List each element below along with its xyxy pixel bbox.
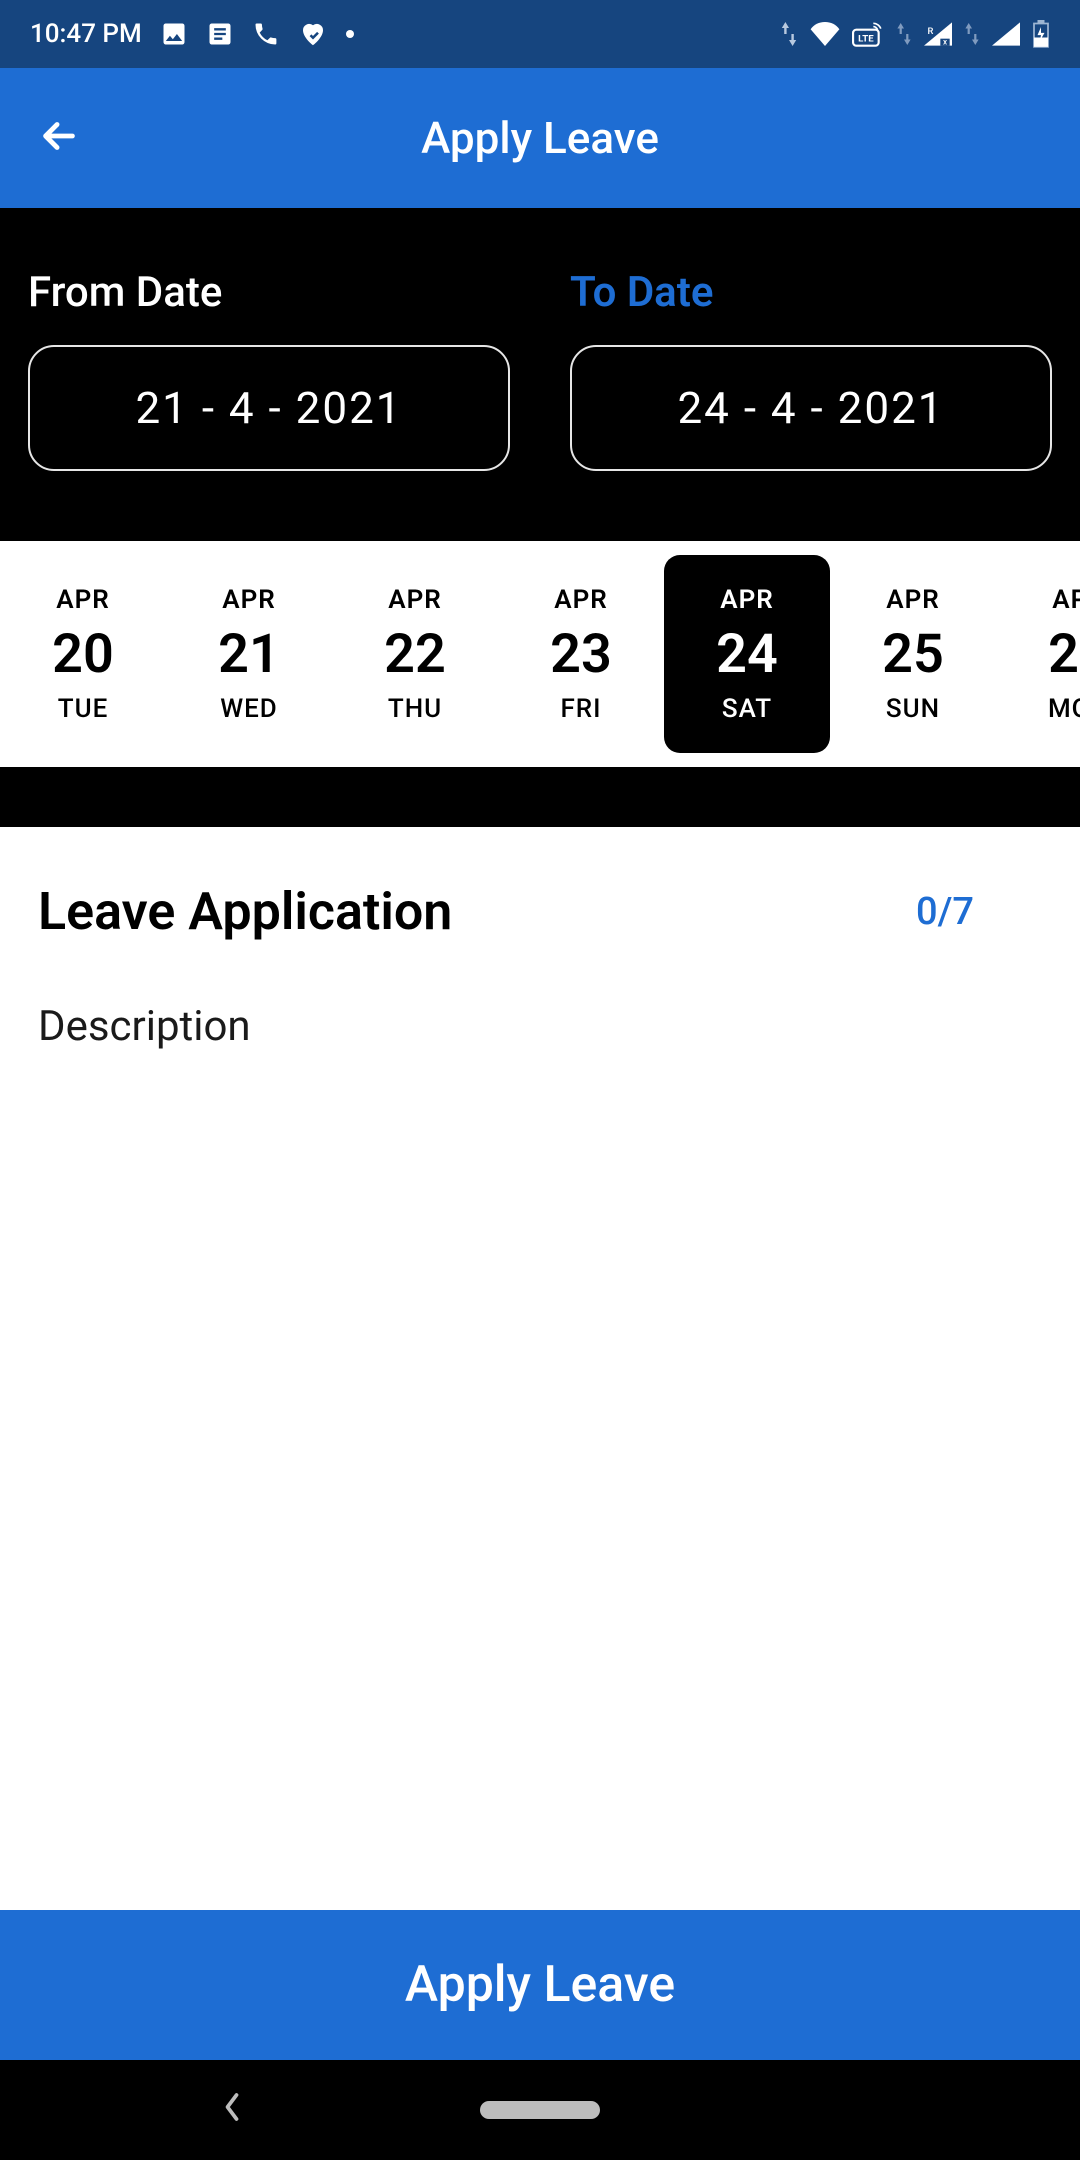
apply-leave-button[interactable]: Apply Leave (0, 1910, 1080, 2060)
cal-day-number: 23 (550, 623, 612, 686)
divider (0, 767, 1080, 827)
svg-text:R: R (928, 26, 934, 37)
cal-month: APR (388, 585, 442, 615)
cal-day-of-week: THU (388, 694, 442, 724)
to-date-label: To Date (570, 268, 1052, 317)
cal-day-of-week: MON (1048, 694, 1080, 724)
data-arrows-3-icon (964, 23, 980, 45)
dot-icon (346, 30, 354, 38)
cal-month: APR (886, 585, 940, 615)
heart-icon (298, 19, 328, 49)
cal-day-of-week: SUN (886, 694, 940, 724)
calendar-day[interactable]: APR 24 SAT (664, 555, 830, 753)
svg-text:LTE: LTE (858, 33, 874, 44)
news-icon (206, 20, 234, 48)
cal-day-number: 25 (882, 623, 944, 686)
cal-day-number: 22 (384, 623, 446, 686)
calendar-day[interactable]: APR 23 FRI (498, 555, 664, 753)
svg-text:x: x (943, 37, 947, 47)
cal-day-number: 20 (52, 623, 114, 686)
calendar-day[interactable]: APR 25 SUN (830, 555, 996, 753)
cal-month: APR (720, 585, 774, 615)
cal-day-of-week: WED (220, 694, 278, 724)
from-date-column: From Date 21 - 4 - 2021 (28, 268, 510, 471)
date-range-section: From Date 21 - 4 - 2021 To Date 24 - 4 -… (0, 208, 1080, 541)
status-left: 10:47 PM (30, 19, 354, 49)
phone-icon (252, 20, 280, 48)
cal-month: APR (56, 585, 110, 615)
wifi-icon (810, 22, 840, 46)
to-date-column: To Date 24 - 4 - 2021 (570, 268, 1052, 471)
from-date-field[interactable]: 21 - 4 - 2021 (28, 345, 510, 471)
app-bar: Apply Leave (0, 68, 1080, 208)
page-title: Apply Leave (421, 112, 659, 164)
cal-month: APR (554, 585, 608, 615)
volte-icon: LTE (852, 21, 884, 47)
description-label: Description (38, 1002, 1042, 1051)
calendar-day[interactable]: APR 20 TUE (0, 555, 166, 753)
day-counter: 0/7 (916, 890, 1042, 934)
form-header: Leave Application 0/7 (38, 881, 1042, 942)
status-bar: 10:47 PM LTE Rx (0, 0, 1080, 68)
calendar-day[interactable]: APR 22 THU (332, 555, 498, 753)
to-date-field[interactable]: 24 - 4 - 2021 (570, 345, 1052, 471)
calendar-day[interactable]: APR 26 MON (996, 555, 1080, 753)
from-date-label: From Date (28, 268, 510, 317)
data-arrows-icon (780, 22, 798, 46)
image-icon (160, 20, 188, 48)
cal-day-of-week: SAT (722, 694, 772, 724)
device-nav-bar (0, 2060, 1080, 2160)
cal-day-number: 26 (1048, 623, 1080, 686)
status-time: 10:47 PM (30, 19, 142, 49)
cal-day-number: 24 (716, 623, 778, 686)
cal-day-of-week: FRI (560, 694, 601, 724)
cal-day-of-week: TUE (58, 694, 109, 724)
cal-month: APR (1052, 585, 1080, 615)
nav-back-icon[interactable] (220, 2089, 244, 2131)
calendar-day[interactable]: APR 21 WED (166, 555, 332, 753)
battery-icon (1032, 20, 1050, 48)
signal-2-icon (992, 22, 1020, 46)
form-title: Leave Application (38, 881, 452, 942)
description-row[interactable]: Description (38, 1002, 1042, 1051)
calendar-strip[interactable]: APR 20 TUE APR 21 WED APR 22 THU APR 23 FRI APR 24 SAT… (0, 541, 1080, 767)
back-button[interactable] (36, 113, 82, 163)
cal-day-number: 21 (218, 623, 280, 686)
nav-home-pill[interactable] (480, 2101, 600, 2119)
signal-1-icon: Rx (924, 22, 952, 46)
cal-month: APR (222, 585, 276, 615)
data-arrows-2-icon (896, 23, 912, 45)
leave-form-section: Leave Application 0/7 Description (0, 827, 1080, 1910)
status-right: LTE Rx (780, 20, 1050, 48)
